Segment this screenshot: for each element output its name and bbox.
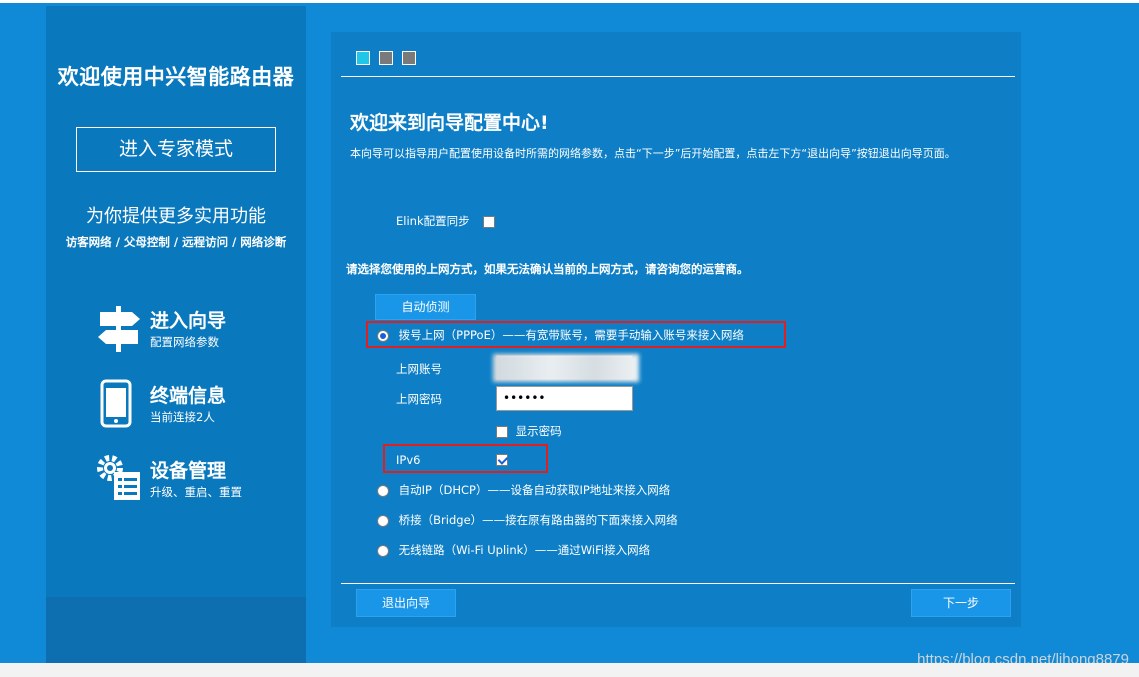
dhcp-radio[interactable] — [377, 484, 389, 497]
page-background: 欢迎使用中兴智能路由器 进入专家模式 为你提供更多实用功能 访客网络 / 父母控… — [0, 0, 1139, 668]
sidebar-item-label: 终端信息 — [150, 385, 227, 407]
option-bridge[interactable]: 桥接（Bridge）——接在原有路由器的下面来接入网络 — [377, 512, 678, 528]
password-input[interactable]: •••••• — [496, 386, 633, 411]
phone-icon — [100, 379, 132, 428]
elink-row: Elink配置同步 — [396, 213, 496, 229]
expert-mode-button[interactable]: 进入专家模式 — [76, 127, 276, 172]
sidebar-item-desc: 配置网络参数 — [150, 335, 219, 349]
sidebar-item-device-management[interactable]: 设备管理 升级、重启、重置 — [96, 454, 296, 510]
exit-wizard-button[interactable]: 退出向导 — [356, 589, 456, 617]
sidebar-item-wizard[interactable]: 进入向导 配置网络参数 — [96, 304, 296, 360]
sidebar-features: 访客网络 / 父母控制 / 远程访问 / 网络诊断 — [65, 235, 287, 249]
sidebar-item-desc: 升级、重启、重置 — [150, 485, 242, 499]
elink-label: Elink配置同步 — [396, 214, 470, 228]
show-password-checkbox[interactable] — [496, 425, 508, 438]
divider — [341, 583, 1015, 584]
bridge-radio[interactable] — [377, 514, 389, 527]
option-label: 自动IP（DHCP）——设备自动获取IP地址来接入网络 — [398, 483, 671, 497]
redacted-overlay — [493, 354, 639, 382]
password-label: 上网密码 — [396, 392, 442, 406]
option-label: 无线链路（Wi-Fi Uplink）——通过WiFi接入网络 — [398, 543, 651, 557]
option-pppoe[interactable]: 拨号上网（PPPoE）——有宽带账号，需要手动输入账号来接入网络 — [377, 327, 744, 343]
step-dot — [379, 51, 393, 65]
sidebar-item-label: 进入向导 — [150, 310, 227, 332]
show-password-label: 显示密码 — [515, 424, 562, 438]
step-indicator — [356, 50, 425, 69]
sidebar: 欢迎使用中兴智能路由器 进入专家模式 为你提供更多实用功能 访客网络 / 父母控… — [46, 6, 306, 666]
option-dhcp[interactable]: 自动IP（DHCP）——设备自动获取IP地址来接入网络 — [377, 482, 670, 498]
next-step-button[interactable]: 下一步 — [911, 589, 1011, 617]
ipv6-label: IPv6 — [396, 453, 421, 467]
step-dot-active — [356, 51, 370, 65]
account-label: 上网账号 — [396, 362, 442, 376]
select-prompt: 请选择您使用的上网方式，如果无法确认当前的上网方式，请咨询您的运营商。 — [346, 262, 749, 276]
wizard-description: 本向导可以指导用户配置使用设备时所需的网络参数，点击“下一步”后开始配置，点击左… — [350, 147, 956, 160]
step-dot — [402, 51, 416, 65]
gear-list-icon — [97, 455, 140, 500]
sidebar-title: 欢迎使用中兴智能路由器 — [57, 65, 295, 89]
sidebar-item-terminals[interactable]: 终端信息 当前连接2人 — [96, 379, 296, 435]
option-wifi-uplink[interactable]: 无线链路（Wi-Fi Uplink）——通过WiFi接入网络 — [377, 542, 650, 558]
show-password-row: 显示密码 — [496, 423, 562, 439]
elink-checkbox[interactable] — [483, 215, 496, 228]
sidebar-item-label: 设备管理 — [150, 460, 227, 482]
wifi-uplink-radio[interactable] — [377, 544, 389, 557]
wizard-title: 欢迎来到向导配置中心! — [350, 112, 549, 134]
signpost-icon — [98, 306, 140, 352]
ipv6-checkbox[interactable] — [496, 454, 508, 466]
sidebar-item-desc: 当前连接2人 — [150, 410, 215, 424]
auto-detect-button[interactable]: 自动侦测 — [375, 294, 476, 320]
option-label: 桥接（Bridge）——接在原有路由器的下面来接入网络 — [398, 513, 678, 527]
divider — [341, 76, 1015, 77]
pppoe-radio[interactable] — [377, 329, 389, 342]
sidebar-panel: 欢迎使用中兴智能路由器 进入专家模式 为你提供更多实用功能 访客网络 / 父母控… — [46, 6, 306, 597]
sidebar-subtitle: 为你提供更多实用功能 — [86, 206, 266, 227]
option-label: 拨号上网（PPPoE）——有宽带账号，需要手动输入账号来接入网络 — [398, 328, 744, 342]
footer-strip — [0, 663, 1139, 677]
wizard-panel: 欢迎来到向导配置中心! 本向导可以指导用户配置使用设备时所需的网络参数，点击“下… — [331, 32, 1021, 627]
